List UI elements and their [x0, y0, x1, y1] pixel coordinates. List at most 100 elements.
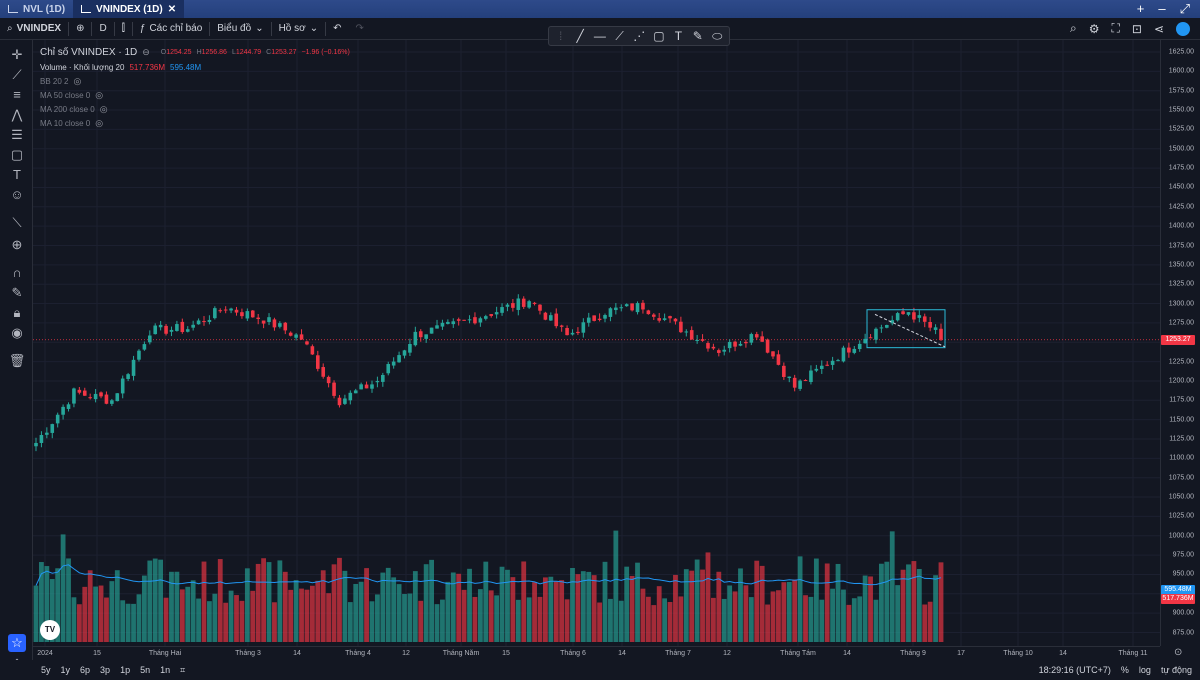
percent-toggle[interactable]: %: [1121, 665, 1129, 675]
ellipse-icon[interactable]: ⬭: [712, 29, 723, 44]
range-5y[interactable]: 5y: [36, 665, 56, 675]
chart-menu-button[interactable]: Biểu đồ ⌄: [210, 18, 270, 40]
candle-body: [928, 321, 932, 328]
candle-body: [267, 317, 271, 322]
volume-bar: [369, 601, 375, 642]
volume-bar: [391, 577, 397, 642]
candle-body: [603, 315, 607, 319]
range-6m[interactable]: 6p: [75, 665, 95, 675]
horizontal-line-icon[interactable]: —: [594, 29, 606, 43]
maximize-icon[interactable]: ⤢: [1180, 1, 1190, 17]
close-icon[interactable]: ✕: [168, 4, 176, 15]
interval-button[interactable]: D: [92, 18, 113, 40]
candle-body: [250, 310, 255, 318]
clock-label[interactable]: 18:29:16 (UTC+7): [1039, 665, 1111, 675]
candle-body: [240, 312, 244, 317]
log-toggle[interactable]: log: [1139, 665, 1151, 675]
ruler-icon[interactable]: ⟍: [8, 214, 26, 232]
range-1m[interactable]: 1p: [115, 665, 135, 675]
legend-indicator-row[interactable]: MA 10 close 0 ◎: [40, 117, 350, 130]
candle-body: [462, 319, 466, 321]
range-1d[interactable]: 1n: [155, 665, 175, 675]
share-icon[interactable]: ⋖: [1154, 22, 1164, 36]
legend-indicator-row[interactable]: BB 20 2 ◎: [40, 75, 350, 88]
collapse-icon[interactable]: ⊖: [142, 47, 150, 58]
drag-handle-icon[interactable]: ⁞: [555, 29, 566, 43]
candle-body: [754, 334, 759, 338]
legend-volume-row: Volume · Khối lượng 20 517.736M 595.48M: [40, 61, 350, 74]
magnet-icon[interactable]: ∩: [8, 264, 26, 282]
zoom-in-icon[interactable]: ⊕: [8, 236, 26, 254]
candle-body: [852, 348, 857, 353]
emoji-icon[interactable]: ☺: [8, 186, 26, 204]
eye-hidden-icon[interactable]: ◎: [73, 76, 81, 87]
range-5d[interactable]: 5n: [135, 665, 155, 675]
time-axis[interactable]: 2024 15 Tháng Hai Tháng 3 14 Tháng 4 12 Tháng N…: [33, 646, 1160, 660]
redo-button[interactable]: ↷: [348, 18, 370, 40]
trend-line-icon[interactable]: ⟋: [614, 29, 625, 44]
eye-icon[interactable]: ◉: [8, 324, 26, 342]
indicators-button[interactable]: ƒ Các chỉ báo: [133, 18, 209, 40]
legend-indicator-row[interactable]: MA 50 close 0 ◎: [40, 89, 350, 102]
pattern-icon[interactable]: ⋀: [8, 106, 26, 124]
settings-circle-icon[interactable]: ⊙: [1174, 647, 1182, 658]
compare-button[interactable]: ⊕: [69, 18, 91, 40]
rectangle-icon[interactable]: ▢: [653, 29, 664, 43]
volume-bar: [418, 600, 424, 642]
time-axis-label: 12: [723, 650, 731, 657]
trash-icon[interactable]: 🗑︎: [8, 352, 26, 370]
volume-bar: [158, 559, 164, 642]
gear-icon[interactable]: ⚙: [1089, 22, 1100, 36]
volume-bar: [250, 590, 256, 642]
time-axis-label: Tháng 6: [560, 650, 586, 657]
volume-bar: [147, 560, 153, 642]
candle-body: [614, 307, 618, 311]
pencil-icon[interactable]: ✎: [692, 29, 703, 43]
trend-line-icon[interactable]: ⟋: [8, 66, 26, 84]
crosshair-icon[interactable]: ✛: [8, 46, 26, 64]
eye-hidden-icon[interactable]: ◎: [95, 90, 103, 101]
fib-icon[interactable]: ≡: [8, 86, 26, 104]
candle-body: [343, 398, 347, 404]
range-3m[interactable]: 3p: [95, 665, 115, 675]
candle-body: [110, 400, 114, 404]
volume-bar: [591, 575, 597, 642]
lock-icon[interactable]: 🔒︎: [8, 304, 26, 322]
volume-bar: [721, 598, 727, 642]
volume-bar: [808, 596, 814, 642]
lock-drawing-icon[interactable]: ✎: [8, 284, 26, 302]
chart-type-button[interactable]: ⫿: [115, 18, 132, 40]
volume-bar: [472, 596, 478, 642]
candle-body: [608, 308, 613, 317]
tab-nvl[interactable]: NVL (1D): [0, 0, 73, 18]
symbol-search[interactable]: ⌕ VNINDEX: [0, 18, 68, 40]
text-icon[interactable]: T: [8, 166, 26, 184]
price-axis-label: 1600.00: [1168, 67, 1194, 75]
range-1y[interactable]: 1y: [56, 665, 76, 675]
alert-search-icon[interactable]: ⌕: [1070, 21, 1077, 36]
volume-bar: [765, 604, 770, 642]
time-axis-label: 15: [93, 650, 101, 657]
tab-vnindex[interactable]: VNINDEX (1D) ✕: [73, 0, 185, 18]
legend-indicator-row[interactable]: MA 200 close 0 ◎: [40, 103, 350, 116]
ruler-icon[interactable]: ⋰: [633, 29, 645, 43]
fullscreen-icon[interactable]: ⛶: [1111, 21, 1119, 36]
candle-body: [364, 384, 369, 389]
candle-body: [256, 317, 260, 319]
prediction-icon[interactable]: ☰: [8, 126, 26, 144]
eye-hidden-icon[interactable]: ◎: [100, 104, 108, 115]
auto-toggle[interactable]: tự động: [1161, 665, 1192, 675]
brush-icon[interactable]: ╱: [574, 29, 585, 43]
goto-date-icon[interactable]: ⌗: [175, 665, 190, 676]
minimize-icon[interactable]: –: [1158, 1, 1165, 17]
text-icon[interactable]: T: [673, 29, 684, 43]
eye-hidden-icon[interactable]: ◎: [95, 118, 103, 129]
candle-body: [261, 320, 266, 324]
shapes-icon[interactable]: ▢: [8, 146, 26, 164]
star-icon[interactable]: ☆: [8, 634, 26, 652]
profile-button[interactable]: Hồ sơ ⌄: [272, 18, 326, 40]
camera-icon[interactable]: ⊡: [1132, 22, 1142, 36]
add-tab-icon[interactable]: +: [1137, 1, 1145, 17]
volume-bar: [217, 559, 223, 642]
undo-button[interactable]: ↶: [326, 18, 348, 40]
